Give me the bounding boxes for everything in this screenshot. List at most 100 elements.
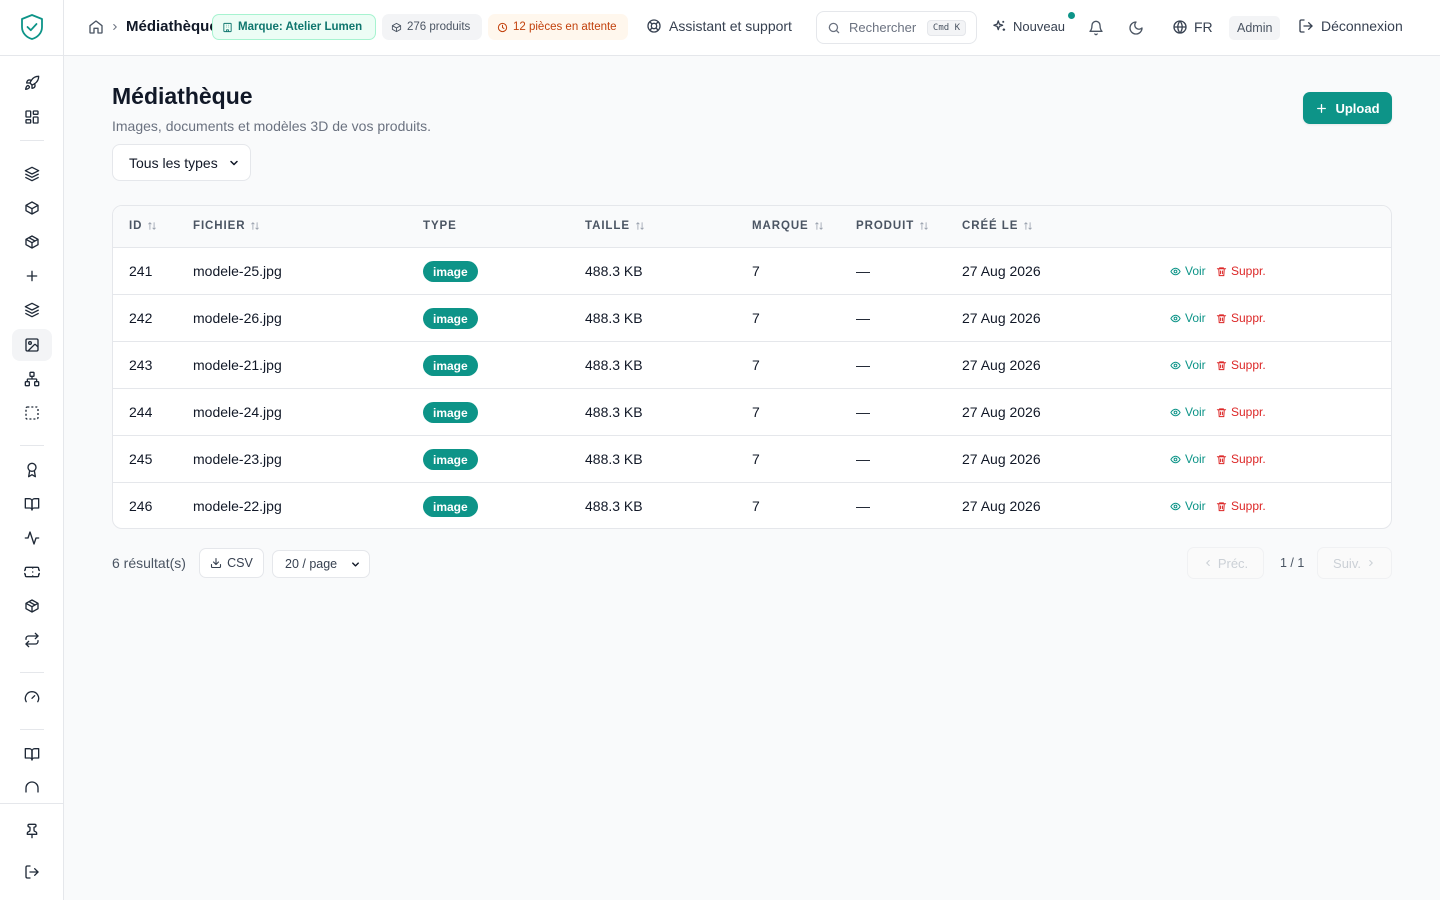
sidebar-divider — [20, 729, 44, 730]
cell-file[interactable]: modele-23.jpg — [193, 451, 282, 467]
sidebar-item-add[interactable] — [12, 260, 52, 292]
cell-file[interactable]: modele-26.jpg — [193, 310, 282, 326]
view-button[interactable]: Voir — [1170, 452, 1206, 466]
sidebar-item-certifications[interactable] — [12, 454, 52, 486]
delete-button[interactable]: Suppr. — [1216, 405, 1266, 419]
language-switcher[interactable]: FR — [1172, 19, 1213, 35]
sidebar-item-media[interactable] — [12, 329, 52, 361]
sitemap-icon — [24, 371, 40, 387]
sidebar-item-collections[interactable] — [12, 158, 52, 190]
chevron-left-icon — [1205, 559, 1210, 567]
cell-size: 488.3 KB — [585, 404, 643, 420]
sidebar-pin-button[interactable] — [12, 815, 52, 847]
column-header-product[interactable]: PRODUIT — [856, 220, 929, 232]
sidebar — [0, 0, 64, 900]
eye-icon — [1170, 267, 1181, 275]
sidebar-item-support[interactable] — [12, 774, 52, 794]
trash-icon — [1216, 454, 1227, 464]
layers-icon — [24, 166, 40, 182]
view-button[interactable]: Voir — [1170, 264, 1206, 278]
next-page-button[interactable]: Suiv. — [1317, 547, 1392, 579]
delete-button[interactable]: Suppr. — [1216, 452, 1266, 466]
page-size-select[interactable]: 20 / page — [272, 550, 370, 578]
ticket-icon — [24, 566, 40, 578]
table-row[interactable]: 241 modele-25.jpg image 488.3 KB 7 — 27 Aug 20… — [113, 248, 1391, 295]
cell-brand: 7 — [752, 310, 760, 326]
column-header-id[interactable]: ID — [129, 220, 157, 232]
next-page-label: Suiv. — [1333, 555, 1361, 571]
delete-button[interactable]: Suppr. — [1216, 499, 1266, 513]
export-csv-label: CSV — [227, 556, 253, 570]
delete-label: Suppr. — [1231, 264, 1266, 278]
gauge-icon — [24, 691, 40, 703]
sidebar-item-categories[interactable] — [12, 294, 52, 326]
table-row[interactable]: 243 modele-21.jpg image 488.3 KB 7 — 27 Aug 20… — [113, 342, 1391, 389]
table-row[interactable]: 246 modele-22.jpg image 488.3 KB 7 — 27 Aug 20… — [113, 483, 1391, 528]
view-button[interactable]: Voir — [1170, 405, 1206, 419]
sidebar-header-divider — [0, 55, 64, 56]
whats-new-button[interactable]: Nouveau — [992, 19, 1065, 34]
cell-created: 27 Aug 2026 — [962, 357, 1041, 373]
activity-icon — [24, 531, 40, 545]
cell-file[interactable]: modele-21.jpg — [193, 357, 282, 373]
sidebar-item-shipments[interactable] — [12, 590, 52, 622]
sidebar-item-launch[interactable] — [12, 67, 52, 99]
building-icon — [223, 22, 232, 32]
sidebar-item-hierarchy[interactable] — [12, 363, 52, 395]
logout-button[interactable]: Déconnexion — [1298, 18, 1403, 34]
table-row[interactable]: 245 modele-23.jpg image 488.3 KB 7 — 27 Aug 20… — [113, 436, 1391, 483]
previous-page-button[interactable]: Préc. — [1187, 547, 1264, 579]
role-badge: Admin — [1229, 16, 1281, 40]
column-header-size[interactable]: TAILLE — [585, 220, 645, 232]
cell-product: — — [856, 310, 870, 326]
delete-button[interactable]: Suppr. — [1216, 358, 1266, 372]
sort-icon — [636, 222, 644, 230]
view-button[interactable]: Voir — [1170, 311, 1206, 325]
cell-file[interactable]: modele-22.jpg — [193, 498, 282, 514]
sidebar-divider — [20, 140, 44, 141]
support-link[interactable]: Assistant et support — [646, 18, 792, 34]
eye-icon — [1170, 314, 1181, 322]
view-button[interactable]: Voir — [1170, 358, 1206, 372]
table-row[interactable]: 244 modele-24.jpg image 488.3 KB 7 — 27 Aug 20… — [113, 389, 1391, 436]
sidebar-item-sync[interactable] — [12, 624, 52, 656]
search-input[interactable]: Rechercher Cmd K — [816, 11, 977, 44]
sidebar-item-performance[interactable] — [12, 681, 52, 713]
column-header-label: TAILLE — [585, 220, 630, 232]
export-csv-button[interactable]: CSV — [199, 548, 264, 578]
sidebar-item-dashboard[interactable] — [12, 101, 52, 133]
column-header-created[interactable]: CRÉÉ LE — [962, 220, 1033, 232]
shield-logo-icon[interactable] — [20, 13, 44, 41]
sidebar-item-selection[interactable] — [12, 397, 52, 429]
column-header-brand[interactable]: MARQUE — [752, 220, 824, 232]
sidebar-item-tickets[interactable] — [12, 556, 52, 588]
table-row[interactable]: 242 modele-26.jpg image 488.3 KB 7 — 27 Aug 20… — [113, 295, 1391, 342]
cell-brand: 7 — [752, 357, 760, 373]
upload-button[interactable]: Upload — [1303, 92, 1392, 124]
trash-icon — [1216, 360, 1227, 370]
brand-pill-label: Marque: Atelier Lumen — [238, 21, 363, 33]
sidebar-logout-button[interactable] — [12, 856, 52, 888]
sidebar-item-docs[interactable] — [12, 738, 52, 770]
view-button[interactable]: Voir — [1170, 499, 1206, 513]
sidebar-item-catalog[interactable] — [12, 488, 52, 520]
type-filter-select[interactable]: Tous les types — [112, 144, 251, 181]
cell-file[interactable]: modele-24.jpg — [193, 404, 282, 420]
delete-button[interactable]: Suppr. — [1216, 311, 1266, 325]
chevron-right-icon — [1369, 559, 1373, 567]
headphones-icon — [25, 781, 39, 793]
brand-pill[interactable]: Marque: Atelier Lumen — [212, 14, 376, 40]
book-icon — [24, 498, 40, 511]
column-header-file[interactable]: FICHIER — [193, 220, 260, 232]
sidebar-item-products[interactable] — [12, 192, 52, 224]
moon-icon[interactable] — [1128, 20, 1144, 36]
delete-button[interactable]: Suppr. — [1216, 264, 1266, 278]
home-icon[interactable] — [88, 19, 104, 35]
bell-icon[interactable] — [1088, 20, 1104, 36]
sidebar-footer-divider — [0, 803, 64, 804]
pending-items-pill[interactable]: 12 pièces en attente — [488, 14, 628, 40]
products-count-pill[interactable]: 276 produits — [382, 14, 482, 40]
cell-file[interactable]: modele-25.jpg — [193, 263, 282, 279]
sidebar-item-activity[interactable] — [12, 522, 52, 554]
sidebar-item-inventory[interactable] — [12, 226, 52, 258]
